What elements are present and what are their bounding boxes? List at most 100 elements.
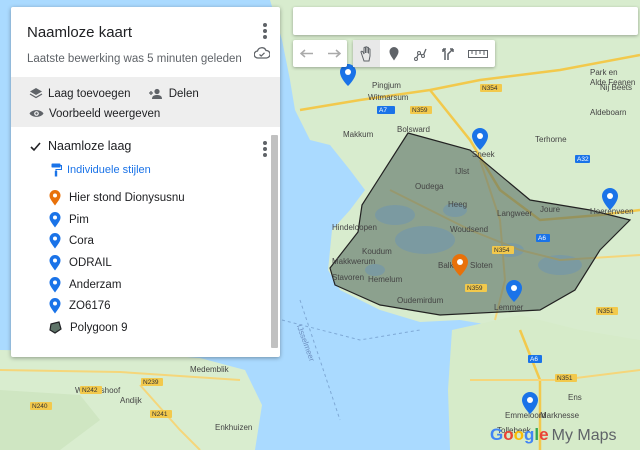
marker-blue-icon bbox=[49, 254, 61, 271]
svg-text:A32: A32 bbox=[577, 156, 589, 163]
item-label: Cora bbox=[69, 235, 94, 248]
svg-text:Hindeloopen: Hindeloopen bbox=[332, 223, 377, 232]
add-marker-button[interactable] bbox=[380, 40, 407, 67]
svg-text:Stavoren: Stavoren bbox=[332, 273, 364, 282]
search-input[interactable] bbox=[293, 7, 638, 35]
google-my-maps-logo: Google My Maps bbox=[490, 425, 617, 445]
measure-button[interactable] bbox=[461, 40, 495, 67]
svg-text:Terhorne: Terhorne bbox=[535, 135, 567, 144]
list-item[interactable]: Hier stond Dionysusnu bbox=[49, 187, 280, 209]
add-layer-label: Laag toevoegen bbox=[48, 87, 131, 100]
item-label: Hier stond Dionysusnu bbox=[69, 191, 185, 204]
svg-text:N241: N241 bbox=[152, 411, 168, 418]
google-wordmark: Google bbox=[490, 425, 549, 444]
last-edit-status: Laatste bewerking was 5 minuten geleden bbox=[27, 53, 242, 65]
list-item[interactable]: Pim bbox=[49, 209, 280, 231]
svg-text:Medemblik: Medemblik bbox=[190, 365, 230, 374]
route-icon bbox=[441, 47, 454, 60]
polygon-icon bbox=[49, 321, 62, 335]
svg-text:Heerenveen: Heerenveen bbox=[590, 207, 634, 216]
svg-text:N359: N359 bbox=[467, 285, 483, 292]
item-label: Polygoon 9 bbox=[70, 321, 128, 334]
svg-text:N354: N354 bbox=[482, 85, 498, 92]
layer-section: Naamloze laag Individuele stijlen Hier s… bbox=[11, 127, 280, 339]
eye-icon bbox=[29, 110, 44, 117]
layer-items: Hier stond Dionysusnu Pim Cora ODRAIL An… bbox=[49, 187, 280, 339]
directions-button[interactable] bbox=[434, 40, 461, 67]
svg-text:Hemelum: Hemelum bbox=[368, 275, 403, 284]
svg-text:Witmarsum: Witmarsum bbox=[368, 93, 409, 102]
svg-text:Aldeboarn: Aldeboarn bbox=[590, 108, 626, 117]
item-label: ODRAIL bbox=[69, 256, 112, 269]
list-item[interactable]: Anderzam bbox=[49, 274, 280, 296]
svg-text:N354: N354 bbox=[494, 247, 510, 254]
list-item[interactable]: Cora bbox=[49, 230, 280, 252]
svg-text:Park en: Park en bbox=[590, 68, 618, 77]
layers-icon bbox=[29, 88, 43, 99]
item-label: Pim bbox=[69, 213, 89, 226]
layer-header: Naamloze laag bbox=[29, 139, 280, 153]
svg-text:Lemmer: Lemmer bbox=[494, 303, 524, 312]
undo-icon bbox=[299, 48, 313, 58]
panel-actions: Laag toevoegen Delen Voorbeeld weergeven bbox=[11, 77, 280, 127]
svg-text:Marknesse: Marknesse bbox=[540, 411, 580, 420]
list-item[interactable]: ZO6176 bbox=[49, 295, 280, 317]
layer-options-icon[interactable] bbox=[262, 141, 268, 157]
list-item[interactable]: Polygoon 9 bbox=[49, 317, 280, 339]
select-tool-button[interactable] bbox=[353, 40, 380, 67]
paint-roller-icon bbox=[51, 163, 62, 177]
svg-text:Andijk: Andijk bbox=[120, 396, 143, 405]
hand-icon bbox=[359, 45, 370, 61]
svg-text:Enkhuizen: Enkhuizen bbox=[215, 423, 252, 432]
svg-text:Woudsend: Woudsend bbox=[450, 225, 488, 234]
panel-scrollbar[interactable] bbox=[271, 135, 278, 348]
svg-text:N240: N240 bbox=[32, 403, 48, 410]
ruler-icon bbox=[468, 49, 488, 58]
preview-label: Voorbeeld weergeven bbox=[49, 107, 161, 120]
svg-text:Makkwerum: Makkwerum bbox=[332, 257, 375, 266]
marker-blue-icon bbox=[49, 298, 61, 314]
marker-orange-icon bbox=[49, 189, 61, 206]
item-label: ZO6176 bbox=[69, 300, 111, 313]
share-button[interactable]: Delen bbox=[148, 86, 199, 103]
svg-text:Sloten: Sloten bbox=[470, 261, 493, 270]
share-label: Delen bbox=[168, 88, 199, 100]
map-title[interactable]: Naamloze kaart bbox=[27, 24, 280, 41]
map-legend-panel: Naamloze kaart Laatste bewerking was 5 m… bbox=[11, 7, 280, 357]
undo-button[interactable] bbox=[293, 40, 320, 67]
svg-text:N351: N351 bbox=[557, 375, 573, 382]
map-options-icon[interactable] bbox=[262, 23, 268, 39]
svg-text:Oudemirdum: Oudemirdum bbox=[397, 296, 444, 305]
redo-button[interactable] bbox=[320, 40, 347, 67]
svg-text:Bolsward: Bolsward bbox=[397, 125, 430, 134]
redo-icon bbox=[327, 48, 341, 58]
svg-text:Makkum: Makkum bbox=[343, 130, 374, 139]
my-maps-wordmark: My Maps bbox=[551, 427, 617, 444]
marker-blue-icon bbox=[49, 211, 61, 228]
svg-text:Joure: Joure bbox=[540, 205, 561, 214]
svg-text:Pingjum: Pingjum bbox=[372, 81, 401, 90]
layer-name[interactable]: Naamloze laag bbox=[48, 139, 131, 153]
marker-blue-icon bbox=[49, 276, 61, 293]
svg-text:N351: N351 bbox=[598, 308, 614, 315]
svg-text:Oudega: Oudega bbox=[415, 182, 444, 191]
svg-text:Koudum: Koudum bbox=[362, 247, 392, 256]
panel-header: Naamloze kaart Laatste bewerking was 5 m… bbox=[11, 7, 280, 77]
individual-styles-link[interactable]: Individuele stijlen bbox=[51, 163, 280, 177]
svg-text:Sneek: Sneek bbox=[472, 150, 496, 159]
svg-text:A6: A6 bbox=[530, 356, 538, 363]
cloud-saved-icon bbox=[254, 47, 270, 59]
draw-line-button[interactable] bbox=[407, 40, 434, 67]
marker-icon bbox=[389, 46, 398, 60]
svg-text:N242: N242 bbox=[82, 387, 98, 394]
preview-button[interactable]: Voorbeeld weergeven bbox=[29, 105, 160, 122]
svg-text:Alde Feanen: Alde Feanen bbox=[590, 78, 635, 87]
svg-text:IJlst: IJlst bbox=[455, 167, 470, 176]
item-label: Anderzam bbox=[69, 278, 122, 291]
svg-text:Heeg: Heeg bbox=[448, 200, 467, 209]
add-person-icon bbox=[148, 88, 162, 99]
svg-text:Ens: Ens bbox=[568, 393, 582, 402]
layer-visibility-checkbox[interactable] bbox=[29, 140, 42, 153]
list-item[interactable]: ODRAIL bbox=[49, 252, 280, 274]
add-layer-button[interactable]: Laag toevoegen bbox=[29, 85, 131, 102]
